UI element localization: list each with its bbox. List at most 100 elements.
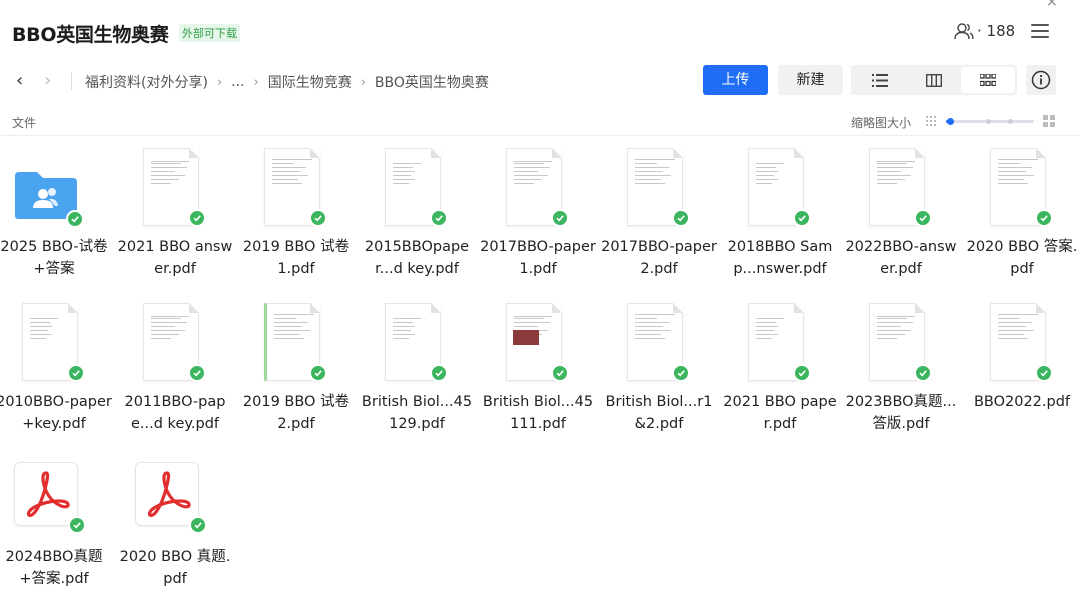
synced-check-badge [793, 364, 811, 382]
file-name: 2022BBO-answer.pdf [845, 239, 957, 277]
check-icon [1040, 370, 1048, 377]
upload-button[interactable]: 上传 [703, 65, 768, 95]
check-icon [919, 370, 927, 377]
large-grid-icon [1043, 115, 1055, 127]
breadcrumb-item[interactable]: 福利资料(对外分享) [85, 72, 208, 92]
chevron-right-icon: › [253, 74, 259, 90]
check-icon [677, 370, 685, 377]
synced-check-badge [551, 209, 569, 227]
synced-check-badge [309, 209, 327, 227]
file-name: 2011BBO-pape...d key.pdf [124, 394, 226, 432]
synced-check-badge [189, 516, 207, 534]
divider [71, 72, 72, 90]
column-label-files: 文件 [12, 116, 37, 130]
file-item[interactable]: 2011BBO-pape...d key.pdf [117, 291, 233, 441]
file-item[interactable]: British Biol...45129.pdf [359, 291, 475, 441]
synced-check-badge [914, 364, 932, 382]
file-name: British Biol...45111.pdf [482, 394, 594, 432]
hamburger-icon[interactable] [1031, 24, 1049, 40]
check-icon [193, 215, 201, 222]
synced-check-badge [672, 364, 690, 382]
file-item[interactable]: 2010BBO-paper+key.pdf [0, 291, 112, 441]
window-header: BBO英国生物奥赛 外部可下载 · 188 × [0, 0, 1080, 62]
file-name: BBO2022.pdf [973, 394, 1071, 410]
file-item[interactable]: 2025 BBO-试卷+答案 [0, 136, 112, 286]
file-name: 2020 BBO 答案.pdf [966, 239, 1078, 277]
check-icon [556, 215, 564, 222]
check-icon [798, 215, 806, 222]
list-view-button[interactable] [853, 67, 907, 93]
file-name: British Biol...r1&2.pdf [605, 394, 713, 432]
pdf-icon [147, 471, 191, 517]
synced-check-badge [188, 209, 206, 227]
file-item[interactable]: 2021 BBO paper.pdf [722, 291, 838, 441]
file-name: 2025 BBO-试卷+答案 [0, 239, 108, 277]
check-icon [435, 215, 443, 222]
file-item[interactable]: 2023BBO真题...答版.pdf [843, 291, 959, 441]
breadcrumb-item[interactable]: ... [231, 74, 244, 90]
file-item[interactable]: BBO2022.pdf [964, 291, 1080, 441]
back-button[interactable]: ‹ [16, 70, 23, 91]
synced-check-badge [66, 210, 84, 228]
check-icon [71, 216, 79, 223]
file-name: 2017BBO-paper1.pdf [480, 239, 596, 277]
view-mode-switcher [851, 65, 1017, 95]
new-button[interactable]: 新建 [778, 65, 843, 95]
chevron-right-icon: › [360, 74, 366, 90]
file-name: 2023BBO真题...答版.pdf [845, 394, 957, 432]
file-item[interactable]: 2022BBO-answer.pdf [843, 136, 959, 286]
grid-view-button[interactable] [961, 67, 1015, 93]
breadcrumb-current: BBO英国生物奥赛 [374, 75, 489, 91]
info-button[interactable] [1026, 65, 1056, 95]
chevron-right-icon: › [216, 74, 223, 90]
page-title: BBO英国生物奥赛 [12, 24, 169, 46]
column-view-icon [926, 73, 942, 87]
file-item[interactable]: 2018BBO Samp...nswer.pdf [722, 136, 838, 286]
check-icon [194, 522, 202, 529]
file-name: 2018BBO Samp...nswer.pdf [727, 239, 833, 277]
list-header: 文件 缩略图大小 [0, 108, 1080, 136]
synced-check-badge [793, 209, 811, 227]
file-item[interactable]: 2024BBO真题+答案.pdf [0, 446, 112, 596]
synced-check-badge [1035, 364, 1053, 382]
slider-handle[interactable] [947, 118, 955, 125]
file-item[interactable]: 2020 BBO 真题.pdf [117, 446, 233, 596]
synced-check-badge [551, 364, 569, 382]
slider-tick [986, 119, 991, 124]
thumbnail-photo [513, 330, 539, 345]
check-icon [798, 370, 806, 377]
forward-button[interactable]: › [44, 70, 51, 91]
check-icon [1040, 215, 1048, 222]
synced-check-badge [67, 364, 85, 382]
file-item[interactable]: 2021 BBO answer.pdf [117, 136, 233, 286]
file-item[interactable]: British Biol...r1&2.pdf [601, 291, 717, 441]
check-icon [193, 370, 201, 377]
grid-view-icon [980, 74, 996, 86]
file-name: 2024BBO真题+答案.pdf [5, 549, 103, 587]
synced-check-badge [914, 209, 932, 227]
synced-check-badge [68, 516, 86, 534]
file-item[interactable]: 2015BBOpaper...d key.pdf [359, 136, 475, 286]
file-name: 2019 BBO 试卷1.pdf [242, 239, 350, 277]
members-button[interactable]: · 188 [954, 22, 1015, 40]
check-icon [677, 215, 685, 222]
file-item[interactable]: 2019 BBO 试卷2.pdf [238, 291, 354, 441]
file-item[interactable]: 2020 BBO 答案.pdf [964, 136, 1080, 286]
breadcrumb-item[interactable]: 国际生物竞赛 [268, 72, 352, 92]
file-item[interactable]: 2017BBO-paper2.pdf [601, 136, 717, 286]
check-icon [314, 370, 322, 377]
file-item[interactable]: British Biol...45111.pdf [480, 291, 596, 441]
slider-tick [1008, 119, 1013, 124]
check-icon [435, 370, 443, 377]
check-icon [919, 215, 927, 222]
file-name: 2021 BBO answer.pdf [117, 239, 233, 277]
thumbnail-size-slider[interactable] [946, 118, 1034, 125]
close-icon[interactable]: × [1046, 0, 1058, 10]
file-item[interactable]: 2017BBO-paper1.pdf [480, 136, 596, 286]
synced-check-badge [188, 364, 206, 382]
column-view-button[interactable] [907, 67, 961, 93]
synced-check-badge [430, 364, 448, 382]
file-name: British Biol...45129.pdf [361, 394, 473, 432]
file-item[interactable]: 2019 BBO 试卷1.pdf [238, 136, 354, 286]
check-icon [72, 370, 80, 377]
